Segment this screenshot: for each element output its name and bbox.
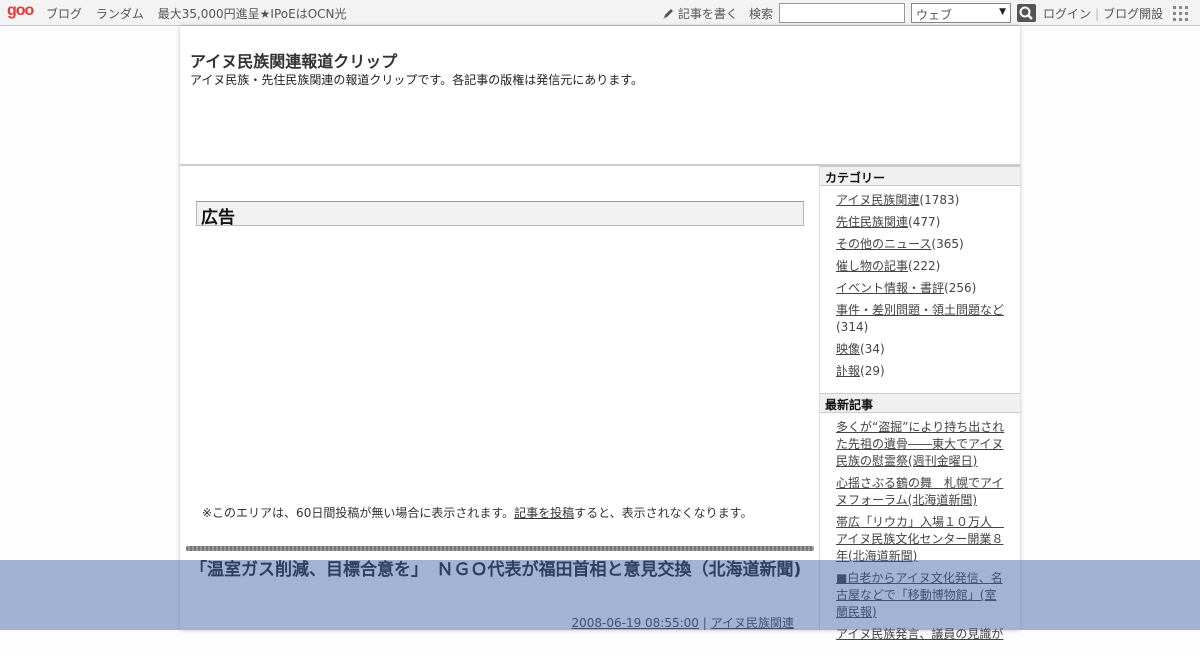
category-count: (1783) — [919, 193, 960, 207]
blog-title[interactable]: アイヌ民族関連報道クリップ — [190, 48, 397, 72]
recent-post-link[interactable]: アイヌ民族発言、議員の見識が — [836, 627, 1003, 641]
recent-posts-list: 多くが“盗掘”により持ち出された先祖の遺骨――東大でアイヌ民族の慰霊祭(週刊金曜… — [820, 413, 1020, 656]
separator: | — [1095, 7, 1100, 21]
category-count: (314) — [836, 320, 869, 334]
list-item: 催し物の記事(222) — [836, 258, 1006, 275]
nav-ocn-promo-link[interactable]: 最大35,000円進呈★IPoEはOCN光 — [158, 7, 347, 21]
recent-post-link[interactable]: 多くが“盗掘”により持ち出された先祖の遺骨――東大でアイヌ民族の慰霊祭(週刊金曜… — [836, 420, 1004, 468]
search-button[interactable] — [1017, 4, 1036, 22]
post-meta-separator: | — [698, 616, 711, 630]
category-link[interactable]: 先住民族関連 — [836, 215, 908, 229]
blog-header: アイヌ民族関連報道クリップ アイヌ民族・先住民族関連の報道クリップです。各記事の… — [180, 26, 1020, 166]
login-link[interactable]: ログイン — [1043, 7, 1091, 21]
blog-signup-link[interactable]: ブログ開設 — [1103, 7, 1163, 21]
category-count: (29) — [860, 364, 885, 378]
recent-post-link[interactable]: ■白老からアイヌ文化発信、名古屋などで「移動博物館」(室蘭民報) — [836, 571, 1003, 619]
nav-random-link[interactable]: ランダム — [96, 7, 144, 21]
blog-frame: アイヌ民族関連報道クリップ アイヌ民族・先住民族関連の報道クリップです。各記事の… — [180, 26, 1020, 641]
list-item: 多くが“盗掘”により持ち出された先祖の遺骨――東大でアイヌ民族の慰霊祭(週刊金曜… — [836, 419, 1006, 470]
nav-blog-link[interactable]: ブログ — [46, 7, 82, 21]
section-divider — [186, 546, 814, 551]
categories-heading: カテゴリー — [820, 166, 1020, 186]
ad-note: ※このエリアは、60日間投稿が無い場合に表示されます。記事を投稿すると、表示され… — [202, 504, 752, 521]
post-category-link[interactable]: アイヌ民族関連 — [711, 616, 794, 630]
list-item: 心揺さぶる鶴の舞 札幌でアイヌフォーラム(北海道新聞) — [836, 475, 1006, 509]
category-link[interactable]: 訃報 — [836, 364, 860, 378]
category-link[interactable]: 映像 — [836, 342, 860, 356]
list-item: アイヌ民族関連(1783) — [836, 192, 1006, 209]
recent-posts-heading: 最新記事 — [820, 393, 1020, 413]
category-count: (222) — [908, 259, 941, 273]
list-item: 訃報(29) — [836, 363, 1006, 380]
list-item: その他のニュース(365) — [836, 236, 1006, 253]
category-list: アイヌ民族関連(1783) 先住民族関連(477) その他のニュース(365) … — [820, 186, 1020, 393]
category-count: (34) — [860, 342, 885, 356]
list-item: 事件・差別問題・領土問題など (314) — [836, 302, 1006, 336]
category-link[interactable]: イベント情報・書評 — [836, 281, 944, 295]
apps-grid-icon[interactable] — [1173, 6, 1188, 21]
dropdown-arrow-icon: ▼ — [999, 7, 1006, 17]
pen-icon — [663, 9, 673, 19]
category-link[interactable]: その他のニュース — [836, 237, 931, 251]
list-item: イベント情報・書評(256) — [836, 280, 1006, 297]
recent-post-link[interactable]: 帯広「リウカ」入場１０万人 アイヌ民族文化センター開業８年(北海道新聞) — [836, 515, 1004, 563]
post-article-link[interactable]: 記事を投稿 — [514, 506, 574, 520]
post-date-link[interactable]: 2008-06-19 08:55:00 — [571, 616, 698, 630]
category-count: (256) — [944, 281, 977, 295]
sidebar: カテゴリー アイヌ民族関連(1783) 先住民族関連(477) その他のニュース… — [819, 166, 1020, 641]
top-nav: ブログ ランダム 最大35,000円進呈★IPoEはOCN光 — [46, 5, 357, 22]
ad-heading: 広告 — [196, 201, 804, 228]
list-item: 先住民族関連(477) — [836, 214, 1006, 231]
post-meta: 2008-06-19 08:55:00 | アイヌ民族関連 — [571, 614, 794, 631]
ad-note-text-after: すると、表示されなくなります。 — [574, 506, 753, 520]
category-link[interactable]: 事件・差別問題・領土問題など — [836, 303, 1004, 317]
search-scope-select[interactable]: ウェブ ▼ — [911, 3, 1011, 23]
search-scope-value: ウェブ — [916, 8, 953, 22]
write-post-link[interactable]: 記事を書く — [662, 5, 738, 22]
list-item: 帯広「リウカ」入場１０万人 アイヌ民族文化センター開業８年(北海道新聞) — [836, 514, 1006, 565]
list-item: ■白老からアイヌ文化発信、名古屋などで「移動博物館」(室蘭民報) — [836, 570, 1006, 621]
write-post-label: 記事を書く — [677, 7, 738, 21]
goo-logo[interactable]: goo — [7, 2, 34, 20]
list-item: アイヌ民族発言、議員の見識が — [836, 626, 1006, 643]
account-links: ログイン | ブログ開設 — [1043, 5, 1163, 22]
top-bar: goo ブログ ランダム 最大35,000円進呈★IPoEはOCN光 記事を書く… — [0, 0, 1200, 26]
category-link[interactable]: 催し物の記事 — [836, 259, 908, 273]
magnifier-icon — [1019, 6, 1033, 20]
category-count: (477) — [908, 215, 941, 229]
category-count: (365) — [931, 237, 964, 251]
list-item: 映像(34) — [836, 341, 1006, 358]
search-input[interactable] — [779, 3, 905, 23]
post-title[interactable]: 「温室ガス削減、目標合意を」 ＮＧＯ代表が福田首相と意見交換（北海道新聞) — [190, 559, 810, 581]
category-link[interactable]: アイヌ民族関連 — [836, 193, 919, 207]
recent-post-link[interactable]: 心揺さぶる鶴の舞 札幌でアイヌフォーラム(北海道新聞) — [836, 476, 1003, 507]
blog-description: アイヌ民族・先住民族関連の報道クリップです。各記事の版権は発信元にあります。 — [190, 73, 644, 87]
search-label: 検索 — [749, 7, 774, 21]
ad-note-text-before: ※このエリアは、60日間投稿が無い場合に表示されます。 — [202, 506, 515, 520]
